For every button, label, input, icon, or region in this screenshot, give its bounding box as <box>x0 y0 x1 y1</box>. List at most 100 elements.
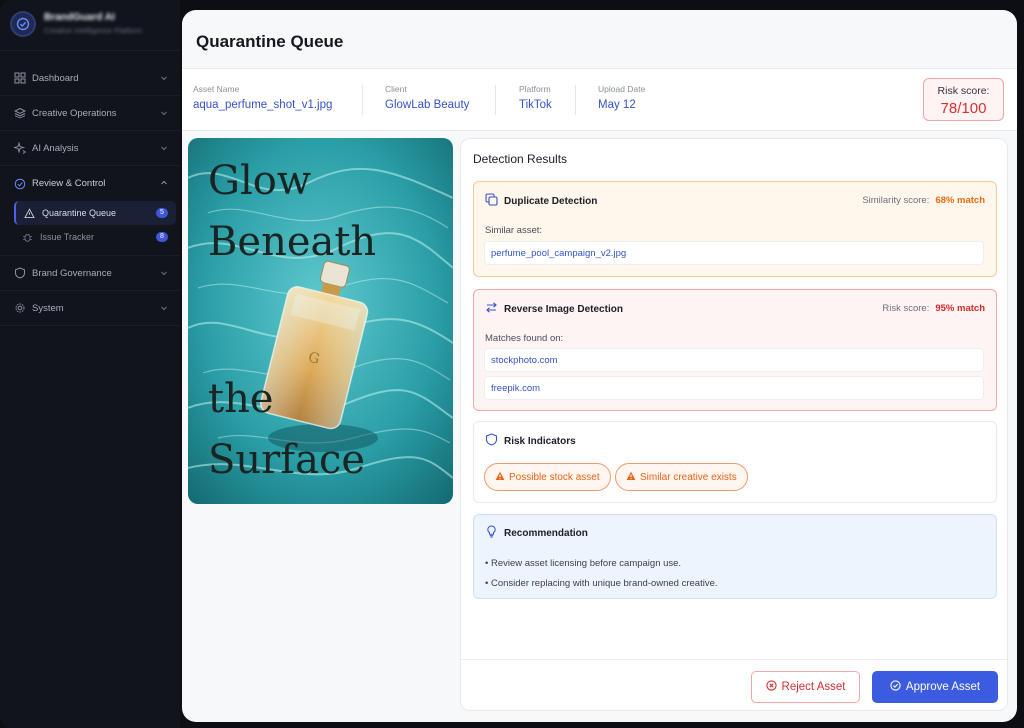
reverse-image-detection-card: Reverse Image Detection Risk score: 95% m… <box>473 289 997 411</box>
image-headline-line: Glow <box>208 158 311 204</box>
image-headline-line: the <box>208 376 274 422</box>
action-footer: Reject Asset Approve Asset <box>461 659 1007 710</box>
warning-icon <box>495 471 505 484</box>
recommendation-line: • Review asset licensing before campaign… <box>485 558 682 569</box>
swap-arrows-icon <box>485 301 498 317</box>
warning-icon <box>626 471 636 484</box>
brand-logo-icon <box>12 12 34 35</box>
match-link[interactable]: freepik.com <box>484 376 984 400</box>
app-window: BrandGuard AI Creative Intelligence Plat… <box>0 0 1024 728</box>
shield-icon <box>485 433 498 449</box>
card-title: Risk Indicators <box>504 435 576 447</box>
bug-icon <box>22 232 33 243</box>
platform-value[interactable]: TikTok <box>519 99 552 111</box>
brand[interactable]: BrandGuard AI Creative Intelligence Plat… <box>12 12 142 35</box>
asset-name-field: Asset Name aqua_perfume_shot_v1.jpg <box>193 84 332 111</box>
sidebar-item-review-control[interactable]: Review & Control <box>0 166 180 201</box>
brand-subtitle: Creative Intelligence Platform <box>44 26 142 35</box>
asset-preview-image[interactable]: G Glow Beneath the Surface <box>188 138 453 504</box>
sidebar-subitem-quarantine-queue[interactable]: Quarantine Queue 5 <box>14 201 176 225</box>
chevron-down-icon <box>160 74 168 85</box>
card-header: Reverse Image Detection <box>485 301 623 317</box>
divider <box>362 85 363 115</box>
sidebar-item-label: Brand Governance <box>32 267 112 279</box>
chevron-down-icon <box>160 109 168 120</box>
risk-pill-label: Similar creative exists <box>640 471 737 483</box>
asset-info-bar: Asset Name aqua_perfume_shot_v1.jpg Clie… <box>182 68 1017 131</box>
sidebar-item-creative-operations[interactable]: Creative Operations <box>0 96 180 131</box>
match-link[interactable]: stockphoto.com <box>484 348 984 372</box>
card-title: Duplicate Detection <box>504 195 598 207</box>
field-label: Similar asset: <box>485 225 543 236</box>
risk-pill[interactable]: Possible stock asset <box>484 463 611 491</box>
divider <box>0 249 180 256</box>
reject-asset-button[interactable]: Reject Asset <box>751 671 860 703</box>
page-title: Quarantine Queue <box>196 32 344 51</box>
risk-score-value: 78/100 <box>940 100 987 117</box>
platform-label: Platform <box>519 84 551 94</box>
gear-icon <box>14 302 26 314</box>
count-badge: 8 <box>156 232 168 242</box>
x-circle-icon <box>765 680 777 694</box>
sidebar-item-brand-governance[interactable]: Brand Governance <box>0 256 180 291</box>
button-label: Reject Asset <box>781 681 846 693</box>
recommendation-card: Recommendation • Review asset licensing … <box>473 514 997 599</box>
sidebar-subitem-label: Quarantine Queue <box>42 208 117 218</box>
divider <box>575 85 576 115</box>
score-label: Similarity score: <box>862 195 930 206</box>
chevron-up-icon <box>160 179 168 190</box>
asset-image-art: G Glow Beneath the Surface <box>188 138 453 504</box>
score-value: 68% match <box>935 195 985 206</box>
similarity-score: Similarity score: 68% match <box>862 195 985 206</box>
platform-field: Platform TikTok <box>519 84 552 111</box>
check-circle-icon <box>14 178 26 190</box>
warning-triangle-icon <box>24 207 35 219</box>
sidebar-nav: Dashboard Creative Operations AI Analysi… <box>0 61 180 326</box>
sidebar-item-label: Dashboard <box>32 72 79 84</box>
layers-icon <box>14 107 26 119</box>
field-label: Matches found on: <box>485 333 564 344</box>
brand-text: BrandGuard AI Creative Intelligence Plat… <box>44 12 142 35</box>
detection-results-panel: Detection Results Duplicate Detection Si… <box>460 138 1008 711</box>
similar-asset-link[interactable]: perfume_pool_campaign_v2.jpg <box>484 241 984 265</box>
asset-name-value[interactable]: aqua_perfume_shot_v1.jpg <box>193 99 332 111</box>
risk-score-label: Risk score: <box>937 85 990 97</box>
asset-name-label: Asset Name <box>193 84 240 94</box>
approve-asset-button[interactable]: Approve Asset <box>872 671 998 703</box>
count-badge: 5 <box>156 208 168 218</box>
chevron-down-icon <box>160 304 168 315</box>
risk-indicators-card: Risk Indicators Possible stock asset Sim… <box>473 421 997 503</box>
lightbulb-icon <box>485 525 498 541</box>
card-header: Risk Indicators <box>485 433 576 449</box>
card-header: Duplicate Detection <box>485 193 597 209</box>
risk-score-box: Risk score: 78/100 <box>923 78 1004 121</box>
sidebar-item-label: Review & Control <box>32 178 106 189</box>
detection-results-title: Detection Results <box>473 152 568 166</box>
divider <box>0 50 180 51</box>
client-label: Client <box>385 84 407 94</box>
image-headline-line: Beneath <box>208 219 376 265</box>
upload-date-value: May 12 <box>598 99 636 111</box>
sidebar-item-dashboard[interactable]: Dashboard <box>0 61 180 96</box>
risk-pill[interactable]: Similar creative exists <box>615 463 748 491</box>
risk-pill-label: Possible stock asset <box>509 471 600 483</box>
sidebar-item-label: Creative Operations <box>32 107 117 119</box>
upload-date-label: Upload Date <box>598 84 646 94</box>
recommendation-line: • Consider replacing with unique brand-o… <box>485 578 718 589</box>
divider <box>495 85 496 115</box>
risk-score: Risk score: 95% match <box>882 303 985 314</box>
sidebar: BrandGuard AI Creative Intelligence Plat… <box>0 0 180 728</box>
grid-icon <box>14 72 26 84</box>
chevron-down-icon <box>160 269 168 280</box>
card-title: Recommendation <box>504 527 588 539</box>
sidebar-item-system[interactable]: System <box>0 291 180 326</box>
image-headline-line: Surface <box>208 437 365 483</box>
sidebar-item-ai-analysis[interactable]: AI Analysis <box>0 131 180 166</box>
copy-icon <box>485 193 498 209</box>
card-header: Recommendation <box>485 525 588 541</box>
client-value[interactable]: GlowLab Beauty <box>385 99 469 111</box>
button-label: Approve Asset <box>905 681 981 693</box>
sidebar-subitem-issue-tracker[interactable]: Issue Tracker 8 <box>14 225 176 249</box>
chevron-down-icon <box>160 144 168 155</box>
shield-icon <box>14 267 26 279</box>
